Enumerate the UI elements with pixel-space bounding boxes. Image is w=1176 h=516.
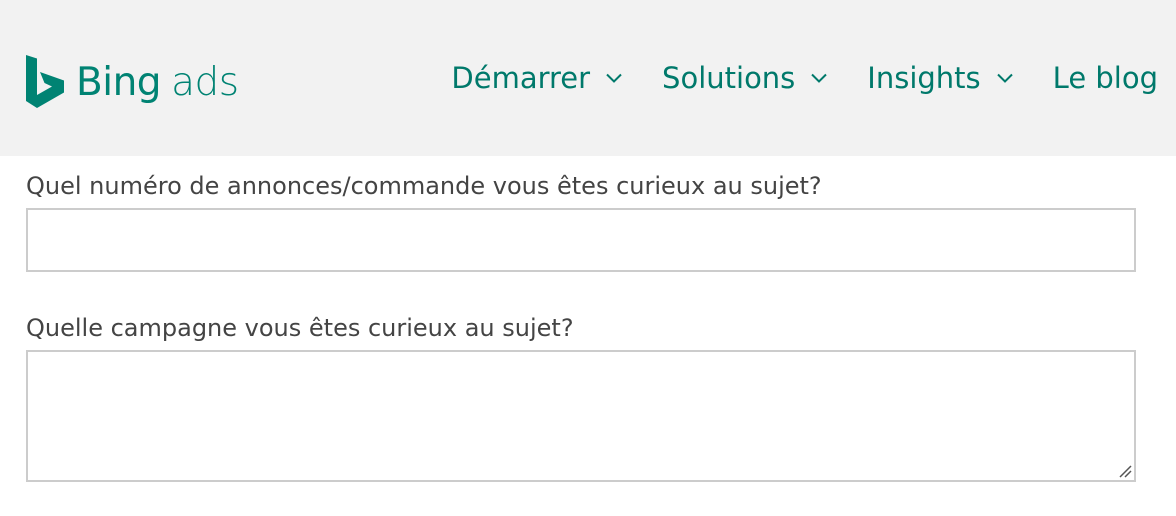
order-number-field: Quel numéro de annonces/commande vous êt… [26, 166, 1136, 272]
campaign-field: Quelle campagne vous êtes curieux au suj… [26, 308, 1136, 482]
logo-brand: Bing [76, 59, 162, 105]
nav-item-le-blog[interactable]: Le blog [1053, 61, 1158, 95]
logo-product: ads [171, 59, 239, 105]
site-header: Bing ads Démarrer Solutions Insights Le b… [0, 0, 1176, 156]
main-nav: Démarrer Solutions Insights Le blog [451, 58, 1158, 98]
order-number-input[interactable] [26, 208, 1136, 272]
bing-ads-logo[interactable]: Bing ads [26, 54, 239, 110]
nav-item-label: Démarrer [451, 61, 591, 95]
chevron-down-icon [606, 73, 622, 83]
nav-item-label: Le blog [1052, 61, 1158, 95]
nav-item-label: Solutions [662, 61, 796, 95]
campaign-label: Quelle campagne vous êtes curieux au suj… [26, 314, 574, 342]
contact-form: Quel numéro de annonces/commande vous êt… [26, 166, 1136, 482]
campaign-textarea-wrapper [26, 350, 1136, 482]
campaign-textarea[interactable] [26, 350, 1136, 482]
bing-b-logo-icon [26, 55, 64, 108]
nav-item-solutions[interactable]: Solutions [662, 61, 828, 95]
nav-item-label: Insights [867, 61, 981, 95]
chevron-down-icon [811, 73, 828, 83]
logo-text: Bing ads [76, 63, 239, 102]
nav-item-demarrer[interactable]: Démarrer [451, 61, 622, 95]
chevron-down-icon [996, 73, 1013, 83]
resize-handle-icon[interactable] [1118, 464, 1132, 478]
order-number-label: Quel numéro de annonces/commande vous êt… [26, 172, 822, 200]
nav-item-insights[interactable]: Insights [867, 61, 1013, 95]
